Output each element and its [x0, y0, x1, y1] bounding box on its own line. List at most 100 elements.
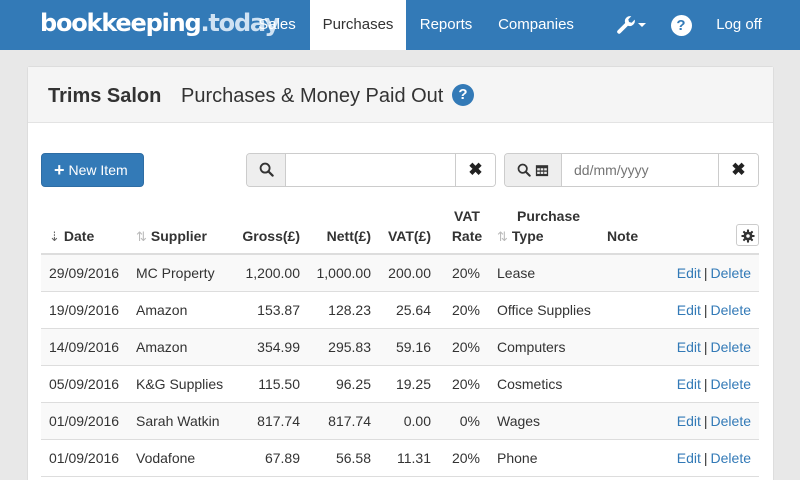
- cell-vat-rate: 20%: [451, 376, 480, 392]
- column-header-gross[interactable]: Gross(£): [234, 226, 300, 246]
- brand-name: bookkeeping: [40, 9, 202, 37]
- edit-link[interactable]: Edit: [677, 339, 701, 355]
- cell-supplier: Vodafone: [136, 450, 196, 466]
- cell-nett: 128.23: [328, 302, 371, 318]
- table-row: 01/09/2016 Sarah Watkin 817.74 817.74 0.00 0%…: [41, 403, 759, 440]
- column-header-supplier[interactable]: ⇅ Supplier: [136, 226, 207, 247]
- plus-icon: +: [54, 160, 65, 180]
- column-settings-button[interactable]: [736, 224, 759, 246]
- cell-vat: 0.00: [403, 413, 431, 429]
- cell-nett: 56.58: [335, 450, 371, 466]
- date-input[interactable]: [562, 154, 720, 186]
- delete-link[interactable]: Delete: [711, 413, 751, 429]
- log-off-link[interactable]: Log off: [704, 0, 774, 50]
- cell-vat: 11.31: [397, 450, 431, 466]
- clear-date-button[interactable]: ✖: [718, 154, 758, 186]
- cell-supplier: Amazon: [136, 302, 188, 318]
- help-button[interactable]: ?: [660, 0, 702, 50]
- cell-gross: 354.99: [257, 339, 300, 355]
- delete-link[interactable]: Delete: [711, 302, 751, 318]
- sort-desc-icon: ⇣: [49, 229, 60, 244]
- gear-icon: [740, 229, 755, 243]
- nav-sales[interactable]: Sales: [245, 0, 309, 50]
- question-circle-icon[interactable]: ?: [452, 84, 474, 106]
- cell-nett: 96.25: [335, 376, 371, 392]
- column-header-vat-rate[interactable]: VAT Rate: [446, 206, 488, 246]
- row-actions: Edit | Delete: [677, 329, 751, 365]
- cell-date: 19/09/2016: [49, 302, 120, 318]
- search-group: ✖: [246, 153, 496, 187]
- cell-gross: 153.87: [257, 302, 300, 318]
- cell-purchase-type: Office Supplies: [497, 302, 591, 318]
- cell-vat-rate: 20%: [451, 450, 480, 466]
- action-separator: |: [703, 413, 708, 429]
- tools-dropdown[interactable]: [605, 0, 655, 50]
- column-header-vat-rate-line1: VAT: [454, 208, 480, 224]
- row-actions: Edit | Delete: [677, 403, 751, 439]
- cell-date: 05/09/2016: [49, 376, 120, 392]
- delete-link[interactable]: Delete: [711, 450, 751, 466]
- cell-vat-rate: 0%: [459, 413, 480, 429]
- delete-link[interactable]: Delete: [711, 265, 751, 281]
- question-circle-icon: ?: [670, 14, 692, 36]
- cell-purchase-type: Phone: [497, 450, 538, 466]
- brand-logo[interactable]: bookkeeping.today: [40, 9, 280, 37]
- row-actions: Edit | Delete: [677, 366, 751, 402]
- search-icon: [259, 162, 274, 177]
- column-header-vat[interactable]: VAT(£): [380, 226, 431, 246]
- cell-purchase-type: Lease: [497, 265, 536, 281]
- edit-link[interactable]: Edit: [677, 302, 701, 318]
- new-item-label: New Item: [68, 162, 128, 178]
- nav-purchases[interactable]: Purchases: [310, 0, 406, 50]
- column-header-nett[interactable]: Nett(£): [312, 226, 371, 246]
- column-header-date-label: Date: [63, 228, 95, 244]
- row-actions: Edit | Delete: [677, 255, 751, 291]
- search-input[interactable]: [286, 154, 456, 186]
- action-separator: |: [703, 302, 708, 318]
- cell-gross: 115.50: [258, 376, 300, 392]
- row-actions: Edit | Delete: [677, 440, 751, 476]
- delete-link[interactable]: Delete: [711, 376, 751, 392]
- table-row: 19/09/2016 Amazon 153.87 128.23 25.64 20% Offi…: [41, 292, 759, 329]
- row-actions: Edit | Delete: [677, 292, 751, 328]
- cell-date: 01/09/2016: [49, 413, 120, 429]
- action-separator: |: [703, 265, 708, 281]
- date-search-addon: [505, 154, 562, 186]
- edit-link[interactable]: Edit: [677, 413, 701, 429]
- table-row: 14/09/2016 Amazon 354.99 295.83 59.16 20% Comp…: [41, 329, 759, 366]
- edit-link[interactable]: Edit: [677, 376, 701, 392]
- cell-supplier: K&G Supplies: [136, 376, 224, 392]
- cell-date: 01/09/2016: [49, 450, 120, 466]
- chevron-down-icon: [637, 23, 646, 28]
- cell-supplier: Amazon: [136, 339, 188, 355]
- cell-vat-rate: 20%: [451, 339, 480, 355]
- sort-icon: ⇅: [136, 229, 147, 244]
- column-header-date[interactable]: ⇣ Date: [49, 226, 94, 247]
- cell-nett: 295.83: [328, 339, 371, 355]
- column-header-note[interactable]: Note: [607, 226, 638, 246]
- new-item-button[interactable]: + New Item: [41, 153, 144, 187]
- cell-vat: 200.00: [388, 265, 431, 281]
- edit-link[interactable]: Edit: [677, 265, 701, 281]
- company-name: Trims Salon: [48, 85, 162, 107]
- table-row: 01/09/2016 Vodafone 67.89 56.58 11.31 20% Phon…: [41, 440, 759, 477]
- action-separator: |: [703, 376, 708, 392]
- clear-search-button[interactable]: ✖: [455, 154, 495, 186]
- column-header-type-line2: Type: [511, 228, 544, 244]
- edit-link[interactable]: Edit: [677, 450, 701, 466]
- nav-companies[interactable]: Companies: [486, 0, 586, 50]
- column-header-type-line1: Purchase: [517, 208, 581, 224]
- column-header-purchase-type[interactable]: Purchase ⇅ Type: [497, 206, 580, 247]
- date-filter-group: ✖: [504, 153, 759, 187]
- cell-nett: 817.74: [328, 413, 371, 429]
- cell-supplier: Sarah Watkin: [136, 413, 220, 429]
- search-icon: [517, 163, 531, 177]
- cell-supplier: MC Property: [136, 265, 215, 281]
- cell-gross: 67.89: [264, 450, 300, 466]
- search-addon: [247, 154, 286, 186]
- table-row: 29/09/2016 MC Property 1,200.00 1,000.00 200…: [41, 255, 759, 292]
- cell-gross: 1,200.00: [245, 265, 301, 281]
- delete-link[interactable]: Delete: [711, 339, 751, 355]
- action-separator: |: [703, 450, 708, 466]
- nav-reports[interactable]: Reports: [406, 0, 486, 50]
